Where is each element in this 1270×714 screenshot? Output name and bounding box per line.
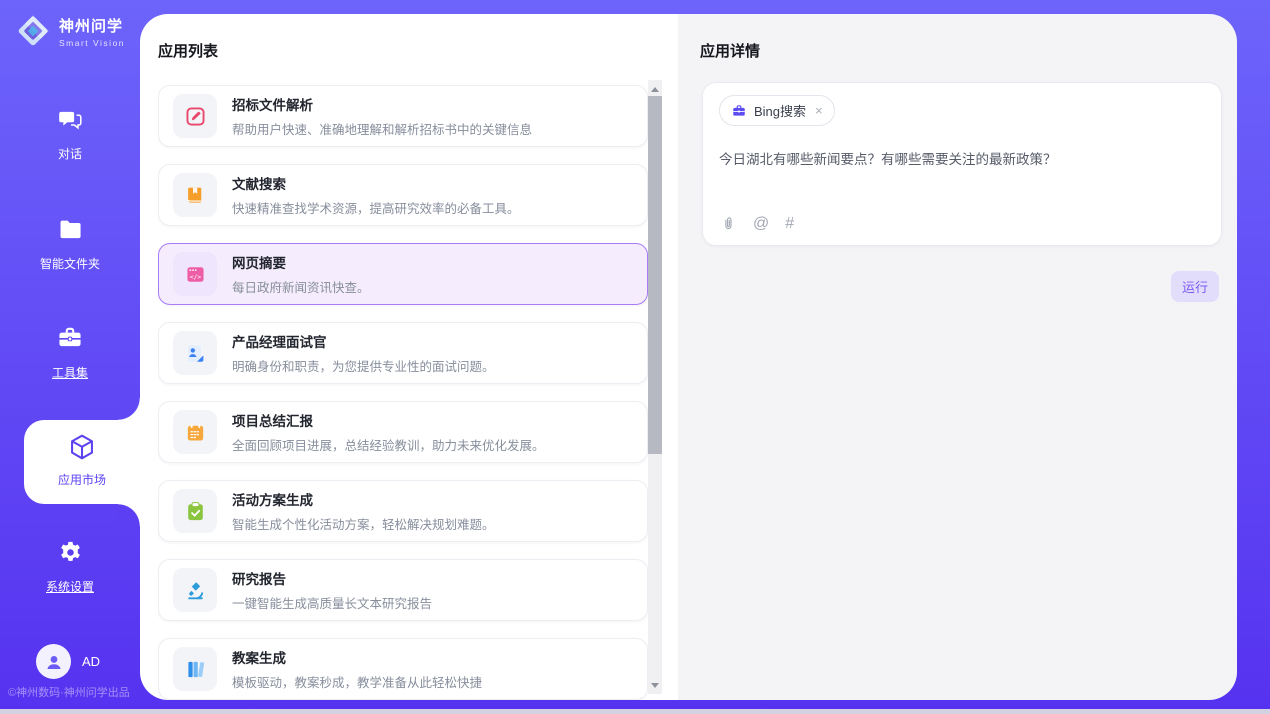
app-card-pm-interview[interactable]: 产品经理面试官明确身份和职责，为您提供专业性的面试问题。 [158, 322, 648, 384]
interview-person-icon [173, 331, 217, 375]
app-detail-title: 应用详情 [700, 40, 760, 61]
chat-icon [57, 106, 84, 133]
app-card-meta: 研究报告一键智能生成高质量长文本研究报告 [232, 568, 432, 612]
app-card-meta: 文献搜索快速精准查找学术资源，提高研究效率的必备工具。 [232, 173, 520, 217]
prompt-card: Bing搜索 × 今日湖北有哪些新闻要点？有哪些需要关注的最新政策？ @ # [702, 82, 1222, 246]
scroll-down-icon[interactable] [648, 678, 662, 692]
microscope-icon [173, 568, 217, 612]
hash-icon[interactable]: # [785, 216, 794, 232]
sidebar-item-market[interactable]: 应用市场 [24, 420, 140, 504]
sidebar-item-label: 对话 [0, 145, 140, 162]
app-card-title: 项目总结汇报 [232, 410, 545, 430]
brand-name: 神州问学 [59, 15, 125, 36]
app-card-proj-summary[interactable]: 项目总结汇报全面回顾项目进展，总结经验教训，助力未来优化发展。 [158, 401, 648, 463]
books-icon [173, 647, 217, 691]
app-card-meta: 活动方案生成智能生成个性化活动方案，轻松解决规划难题。 [232, 489, 495, 533]
app-card-bid-parse[interactable]: 招标文件解析帮助用户快速、准确地理解和解析招标书中的关键信息 [158, 85, 648, 147]
scrollbar-thumb[interactable] [648, 96, 662, 454]
app-card-desc: 智能生成个性化活动方案，轻松解决规划难题。 [232, 514, 495, 533]
tool-chip-bing-search[interactable]: Bing搜索 × [719, 95, 835, 126]
avatar [36, 644, 71, 679]
gem-diamond-icon [14, 12, 52, 50]
svg-text:</>: </> [189, 273, 201, 280]
paperclip-icon[interactable] [720, 215, 737, 232]
toolbox-icon [56, 324, 84, 352]
window-bottom-edge [0, 709, 1270, 714]
memo-pad-icon [173, 410, 217, 454]
app-card-title: 文献搜索 [232, 173, 520, 193]
person-icon [43, 651, 65, 673]
sidebar-item-label: 系统设置 [0, 578, 140, 595]
sidebar-item-folders[interactable]: 智能文件夹 [0, 216, 140, 272]
app-card-title: 教案生成 [232, 647, 482, 667]
briefcase-icon [731, 103, 747, 119]
sidebar-item-label: 工具集 [0, 364, 140, 381]
prompt-input[interactable]: 今日湖北有哪些新闻要点？有哪些需要关注的最新政策？ [719, 150, 1205, 170]
clipboard-check-icon [173, 489, 217, 533]
app-card-desc: 明确身份和职责，为您提供专业性的面试问题。 [232, 356, 495, 375]
main-content: 应用列表 招标文件解析帮助用户快速、准确地理解和解析招标书中的关键信息文献搜索快… [140, 14, 1237, 700]
app-card-desc: 快速精准查找学术资源，提高研究效率的必备工具。 [232, 198, 520, 217]
book-icon [173, 173, 217, 217]
gear-icon [57, 539, 84, 566]
scrollbar[interactable] [648, 80, 662, 694]
app-card-research[interactable]: 研究报告一键智能生成高质量长文本研究报告 [158, 559, 648, 621]
copyright-footer: ©神州数码·神州问学出品 [8, 684, 130, 700]
sidebar-item-chat[interactable]: 对话 [0, 106, 140, 162]
app-card-activity-plan[interactable]: 活动方案生成智能生成个性化活动方案，轻松解决规划难题。 [158, 480, 648, 542]
app-card-web-summary[interactable]: </> 网页摘要每日政府新闻资讯快查。 [158, 243, 648, 305]
prompt-toolbar: @ # [720, 215, 794, 232]
app-card-title: 活动方案生成 [232, 489, 495, 509]
app-card-title: 研究报告 [232, 568, 432, 588]
app-card-meta: 项目总结汇报全面回顾项目进展，总结经验教训，助力未来优化发展。 [232, 410, 545, 454]
app-list-title: 应用列表 [158, 40, 218, 61]
app-detail-panel: 应用详情 Bing搜索 × 今日湖北有哪些新闻要点？有哪些需要关注的最新政 [678, 14, 1237, 700]
user-row[interactable]: AD [36, 644, 100, 679]
app-card-meta: 教案生成模板驱动，教案秒成，教学准备从此轻松快捷 [232, 647, 482, 691]
brand: 神州问学 Smart Vision [14, 12, 125, 50]
scroll-up-icon[interactable] [648, 82, 662, 96]
run-button[interactable]: 运行 [1171, 271, 1219, 302]
app-card-title: 产品经理面试官 [232, 331, 495, 351]
user-name: AD [82, 654, 100, 669]
tool-chip-label: Bing搜索 [754, 101, 806, 120]
app-card-desc: 帮助用户快速、准确地理解和解析招标书中的关键信息 [232, 119, 532, 138]
sidebar-item-tools[interactable]: 工具集 [0, 324, 140, 381]
app-card-desc: 每日政府新闻资讯快查。 [232, 277, 370, 296]
app-card-lesson-plan[interactable]: 教案生成模板驱动，教案秒成，教学准备从此轻松快捷 [158, 638, 648, 700]
at-icon[interactable]: @ [753, 216, 769, 232]
cube-icon [67, 432, 97, 462]
app-card-meta: 网页摘要每日政府新闻资讯快查。 [232, 252, 370, 296]
webpage-code-icon: </> [173, 252, 217, 296]
app-card-meta: 产品经理面试官明确身份和职责，为您提供专业性的面试问题。 [232, 331, 495, 375]
sidebar-item-label: 智能文件夹 [0, 255, 140, 272]
app-card-list: 招标文件解析帮助用户快速、准确地理解和解析招标书中的关键信息文献搜索快速精准查找… [158, 85, 648, 700]
app-card-desc: 全面回顾项目进展，总结经验教训，助力未来优化发展。 [232, 435, 545, 454]
close-icon[interactable]: × [815, 103, 823, 118]
pen-document-icon [173, 94, 217, 138]
app-card-title: 网页摘要 [232, 252, 370, 272]
app-card-desc: 一键智能生成高质量长文本研究报告 [232, 593, 432, 612]
app-list-panel: 应用列表 招标文件解析帮助用户快速、准确地理解和解析招标书中的关键信息文献搜索快… [140, 14, 678, 700]
app-window: 神州问学 Smart Vision 对话智能文件夹工具集应用市场系统设置 AD … [0, 0, 1270, 714]
app-card-title: 招标文件解析 [232, 94, 532, 114]
folder-icon [57, 216, 84, 243]
sidebar: 神州问学 Smart Vision 对话智能文件夹工具集应用市场系统设置 AD … [0, 0, 140, 714]
brand-subtitle: Smart Vision [59, 38, 125, 48]
sidebar-item-settings[interactable]: 系统设置 [0, 539, 140, 595]
app-card-meta: 招标文件解析帮助用户快速、准确地理解和解析招标书中的关键信息 [232, 94, 532, 138]
app-card-desc: 模板驱动，教案秒成，教学准备从此轻松快捷 [232, 672, 482, 691]
sidebar-item-label: 应用市场 [24, 471, 140, 488]
app-card-lit-search[interactable]: 文献搜索快速精准查找学术资源，提高研究效率的必备工具。 [158, 164, 648, 226]
